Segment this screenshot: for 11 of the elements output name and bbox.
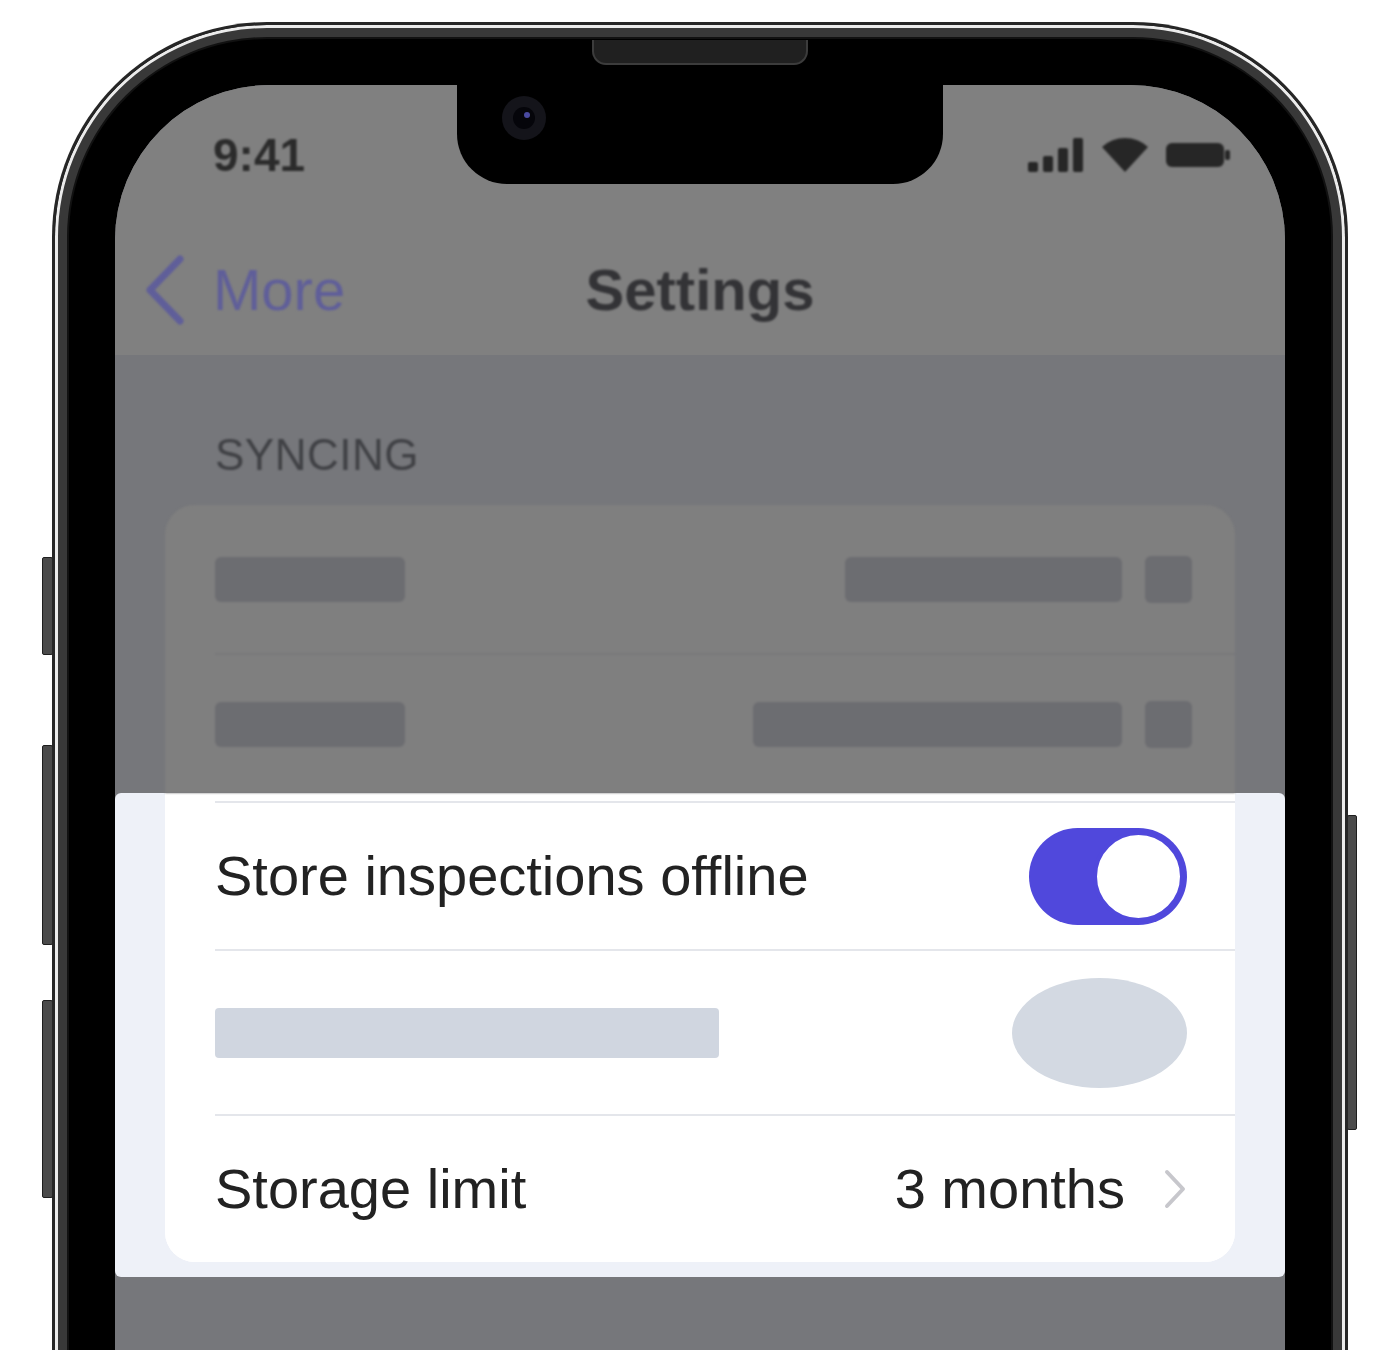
row-label: Store inspections offline [215, 843, 809, 910]
wifi-icon [1102, 138, 1148, 172]
row-value: 3 months [894, 1156, 1125, 1223]
chevron-right-icon [1163, 1168, 1187, 1210]
chevron-left-icon [145, 255, 185, 325]
row-label: Storage limit [215, 1156, 527, 1223]
signal-icon [1028, 138, 1084, 172]
battery-icon [1166, 143, 1230, 167]
front-camera-icon [502, 96, 546, 140]
status-time: 9:41 [213, 132, 306, 178]
settings-row[interactable]: Storage limit 3 months [165, 1114, 1235, 1262]
